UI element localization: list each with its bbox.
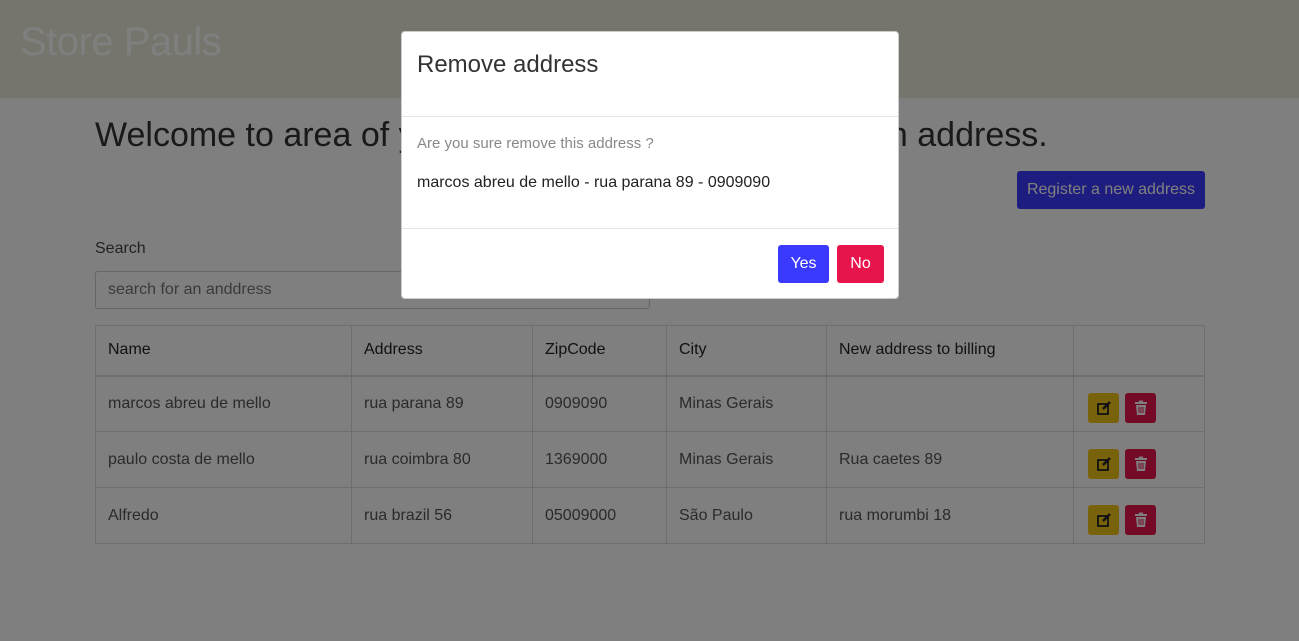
modal-footer: Yes No [402, 229, 898, 298]
address-summary: marcos abreu de mello - rua parana 89 - … [417, 174, 771, 191]
confirm-question: Are you sure remove this address ? [417, 135, 654, 152]
modal-header: Remove address [402, 32, 898, 117]
modal-title: Remove address [417, 51, 599, 78]
no-button[interactable]: No [837, 245, 884, 283]
remove-address-dialog: Remove address Are you sure remove this … [401, 31, 899, 299]
yes-button[interactable]: Yes [778, 245, 829, 283]
modal-body: Are you sure remove this address ? marco… [402, 117, 898, 229]
